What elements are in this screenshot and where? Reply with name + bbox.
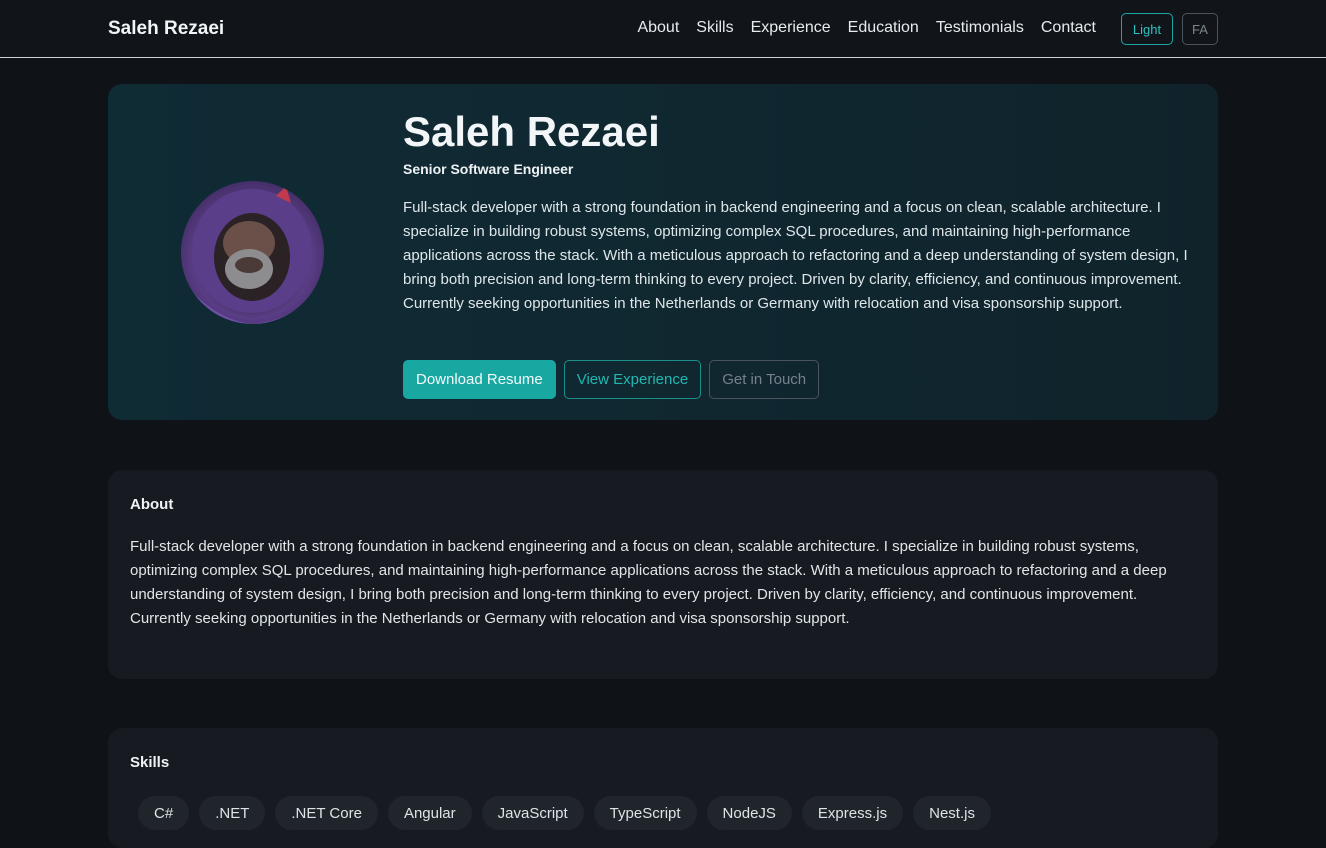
nav-link-about[interactable]: About xyxy=(637,19,679,37)
hero-bio: Full-stack developer with a strong found… xyxy=(403,199,1188,312)
about-heading: About xyxy=(130,496,174,513)
about-text: Full-stack developer with a strong found… xyxy=(130,538,1167,627)
main-nav: About Skills Experience Education Testim… xyxy=(637,19,1096,37)
top-navbar: Saleh Rezaei About Skills Experience Edu… xyxy=(0,0,1326,58)
hero-section: Saleh Rezaei Senior Software Engineer Fu… xyxy=(108,84,1218,420)
brand-name[interactable]: Saleh Rezaei xyxy=(108,18,224,40)
nav-link-testimonials[interactable]: Testimonials xyxy=(936,19,1024,37)
about-section: About Full-stack developer with a strong… xyxy=(108,470,1218,679)
view-experience-button[interactable]: View Experience xyxy=(563,360,702,399)
avatar-photo-icon xyxy=(181,186,324,324)
nav-link-skills[interactable]: Skills xyxy=(696,19,733,37)
nav-link-education[interactable]: Education xyxy=(848,19,919,37)
skills-section: Skills C# .NET .NET Core Angular JavaScr… xyxy=(108,728,1218,848)
download-resume-button[interactable]: Download Resume xyxy=(403,360,556,399)
nav-link-contact[interactable]: Contact xyxy=(1041,19,1096,37)
get-in-touch-button[interactable]: Get in Touch xyxy=(709,360,820,399)
language-toggle-button[interactable]: FA xyxy=(1182,13,1218,45)
nav-link-experience[interactable]: Experience xyxy=(751,19,831,37)
hero-job-title: Senior Software Engineer xyxy=(403,161,574,177)
skills-heading: Skills xyxy=(130,754,170,771)
theme-toggle-button[interactable]: Light xyxy=(1121,13,1173,45)
hero-actions: Download Resume View Experience Get in T… xyxy=(403,360,820,399)
avatar xyxy=(181,181,324,324)
hero-name: Saleh Rezaei xyxy=(403,108,660,155)
